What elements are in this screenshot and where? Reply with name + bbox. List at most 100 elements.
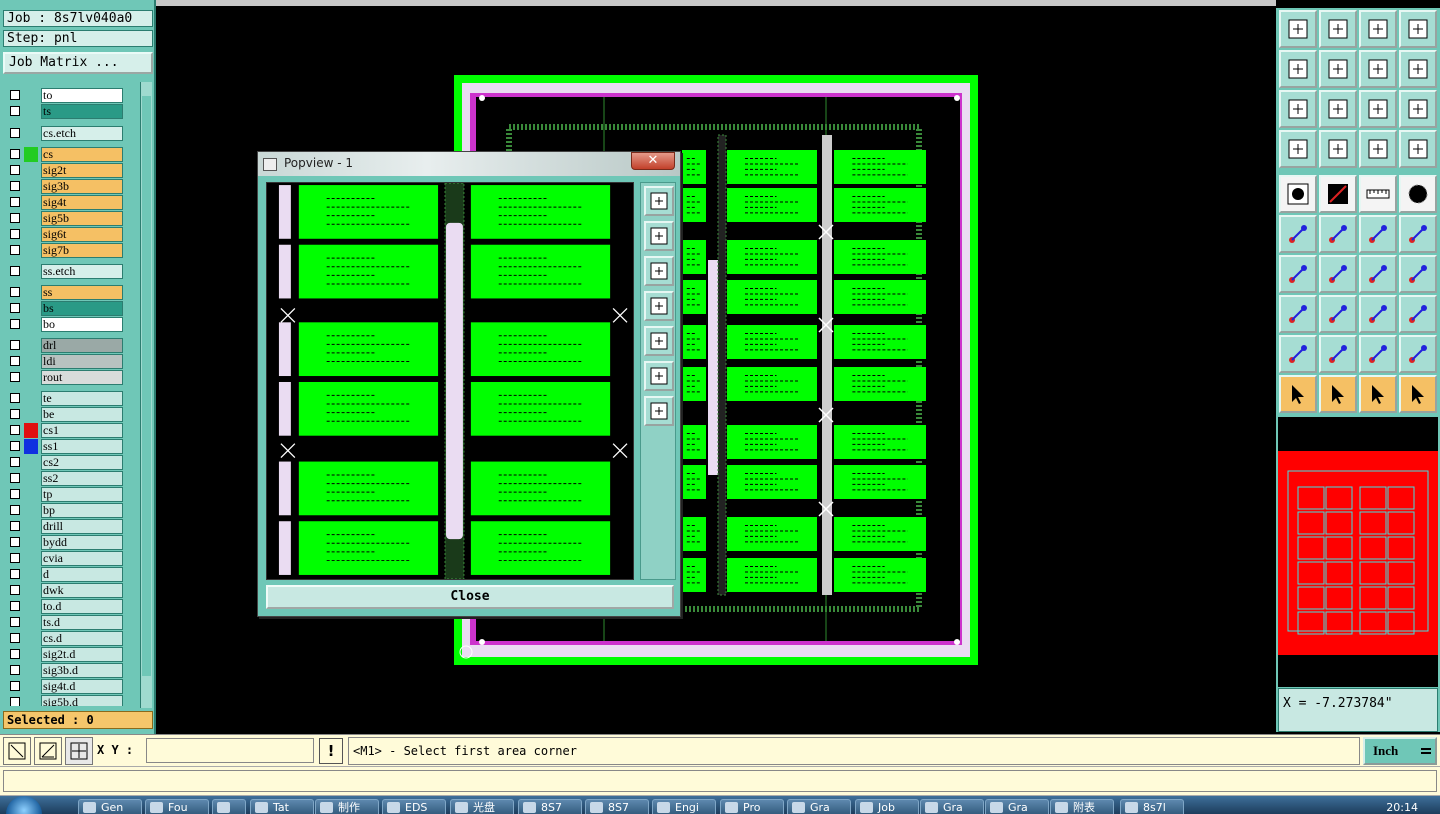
layer-row[interactable]: cs1 [5, 423, 125, 438]
layer-name[interactable]: be [41, 407, 123, 422]
triangle-b-button[interactable] [1359, 335, 1397, 373]
layer-checkbox[interactable] [10, 617, 20, 627]
layer-row[interactable]: d [5, 567, 125, 582]
help-button[interactable] [1399, 90, 1437, 128]
snap-pad-button[interactable] [1279, 175, 1317, 213]
layer-row[interactable]: drill [5, 519, 125, 534]
layer-row[interactable]: sig4t.d [5, 679, 125, 694]
layer-row[interactable]: sig3b [5, 179, 125, 194]
layer-row[interactable]: cs2 [5, 455, 125, 470]
popview-titlebar[interactable]: Popview - 1 ✕ [258, 152, 680, 176]
start-button[interactable] [6, 796, 42, 814]
layer-checkbox[interactable] [10, 229, 20, 239]
zoom-up-button[interactable] [644, 221, 674, 251]
layer-row[interactable]: cs [5, 147, 125, 162]
layer-checkbox[interactable] [10, 633, 20, 643]
layer-row[interactable]: ldi [5, 354, 125, 369]
layer-row[interactable]: cs.etch [5, 126, 125, 141]
layer-name[interactable]: cs2 [41, 455, 123, 470]
taskbar-item[interactable]: Gra [985, 799, 1049, 814]
layer-name[interactable]: d [41, 567, 123, 582]
layer-checkbox[interactable] [10, 90, 20, 100]
popview-graphic[interactable] [266, 182, 634, 580]
zoom-box-button[interactable] [1399, 10, 1437, 48]
job-matrix-button[interactable]: Job Matrix ... [3, 52, 153, 74]
layer-checkbox[interactable] [10, 245, 20, 255]
layer-name[interactable]: ldi [41, 354, 123, 369]
layer-checkbox[interactable] [10, 601, 20, 611]
taskbar-item[interactable]: Job [855, 799, 919, 814]
layer-row[interactable]: dwk [5, 583, 125, 598]
move-point-button[interactable] [1279, 295, 1317, 333]
taskbar-item[interactable]: Pro [720, 799, 784, 814]
triangle-c-button[interactable] [1399, 335, 1437, 373]
stretch-button[interactable] [1359, 295, 1397, 333]
layer-checkbox[interactable] [10, 665, 20, 675]
layer-checkbox[interactable] [10, 681, 20, 691]
layer-row[interactable]: bydd [5, 535, 125, 550]
layer-row[interactable]: cs.d [5, 631, 125, 646]
cross-button[interactable] [1319, 215, 1357, 253]
layers-rgb-button[interactable] [1359, 130, 1397, 168]
layer-name[interactable]: cs [41, 147, 123, 162]
layer-name[interactable]: to.d [41, 599, 123, 614]
layer-checkbox[interactable] [10, 473, 20, 483]
taskbar-item[interactable]: 8S7 [518, 799, 582, 814]
layer-checkbox[interactable] [10, 266, 20, 276]
layer-name[interactable]: sig2t [41, 163, 123, 178]
black-dot-button[interactable] [1399, 175, 1437, 213]
snap-mode-icon[interactable] [3, 737, 31, 765]
layer-checkbox[interactable] [10, 441, 20, 451]
layer-row[interactable]: te [5, 391, 125, 406]
copy-shapes-button[interactable] [1399, 295, 1437, 333]
layer-name[interactable]: sig5b [41, 211, 123, 226]
fit-all-button[interactable] [1279, 90, 1317, 128]
taskbar-item[interactable] [212, 799, 246, 814]
zoom-in-window-button[interactable] [644, 186, 674, 216]
layer-checkbox[interactable] [10, 303, 20, 313]
layer-name[interactable]: sig5b.d [41, 695, 123, 706]
rotate-button[interactable] [1359, 255, 1397, 293]
layer-row[interactable]: sig7b [5, 243, 125, 258]
pan-right-button[interactable] [644, 326, 674, 356]
layer-name[interactable]: sig4t [41, 195, 123, 210]
layer-checkbox[interactable] [10, 287, 20, 297]
layer-name[interactable]: dwk [41, 583, 123, 598]
layer-row[interactable]: ss.etch [5, 264, 125, 279]
layer-name[interactable]: cs.d [41, 631, 123, 646]
layer-name[interactable]: drl [41, 338, 123, 353]
fit-button[interactable] [644, 361, 674, 391]
layer-row[interactable]: ss2 [5, 471, 125, 486]
layer-checkbox[interactable] [10, 697, 20, 706]
layer-row[interactable]: bs [5, 301, 125, 316]
layer-checkbox[interactable] [10, 457, 20, 467]
layer-checkbox[interactable] [10, 537, 20, 547]
layer-name[interactable]: te [41, 391, 123, 406]
layer-name[interactable]: bydd [41, 535, 123, 550]
layer-checkbox[interactable] [10, 409, 20, 419]
grid-snap-icon[interactable] [65, 737, 93, 765]
layer-name[interactable]: ss.etch [41, 264, 123, 279]
taskbar-item[interactable]: 8S7 [585, 799, 649, 814]
arrow-dot-button[interactable] [1359, 215, 1397, 253]
taskbar-item[interactable]: 8s7l [1120, 799, 1184, 814]
layer-checkbox[interactable] [10, 213, 20, 223]
taskbar-item[interactable]: Gen [78, 799, 142, 814]
layer-checkbox[interactable] [10, 569, 20, 579]
layer-checkbox[interactable] [10, 106, 20, 116]
layer-row[interactable]: cvia [5, 551, 125, 566]
layer-row[interactable]: to [5, 88, 125, 103]
taskbar-item[interactable]: 制作 [315, 799, 379, 814]
zoom-down-button[interactable] [644, 256, 674, 286]
layer-row[interactable]: ss1 [5, 439, 125, 454]
home-view-button[interactable] [1359, 10, 1397, 48]
layer-checkbox[interactable] [10, 197, 20, 207]
layer-checkbox[interactable] [10, 489, 20, 499]
layer-row[interactable]: sig5b.d [5, 695, 125, 706]
layer-checkbox[interactable] [10, 649, 20, 659]
warning-button[interactable]: ! [319, 738, 343, 764]
layer-row[interactable]: sig2t.d [5, 647, 125, 662]
window-close-button[interactable]: ✕ [631, 152, 675, 170]
line-angle-button[interactable] [1279, 255, 1317, 293]
layer-name[interactable]: sig7b [41, 243, 123, 258]
